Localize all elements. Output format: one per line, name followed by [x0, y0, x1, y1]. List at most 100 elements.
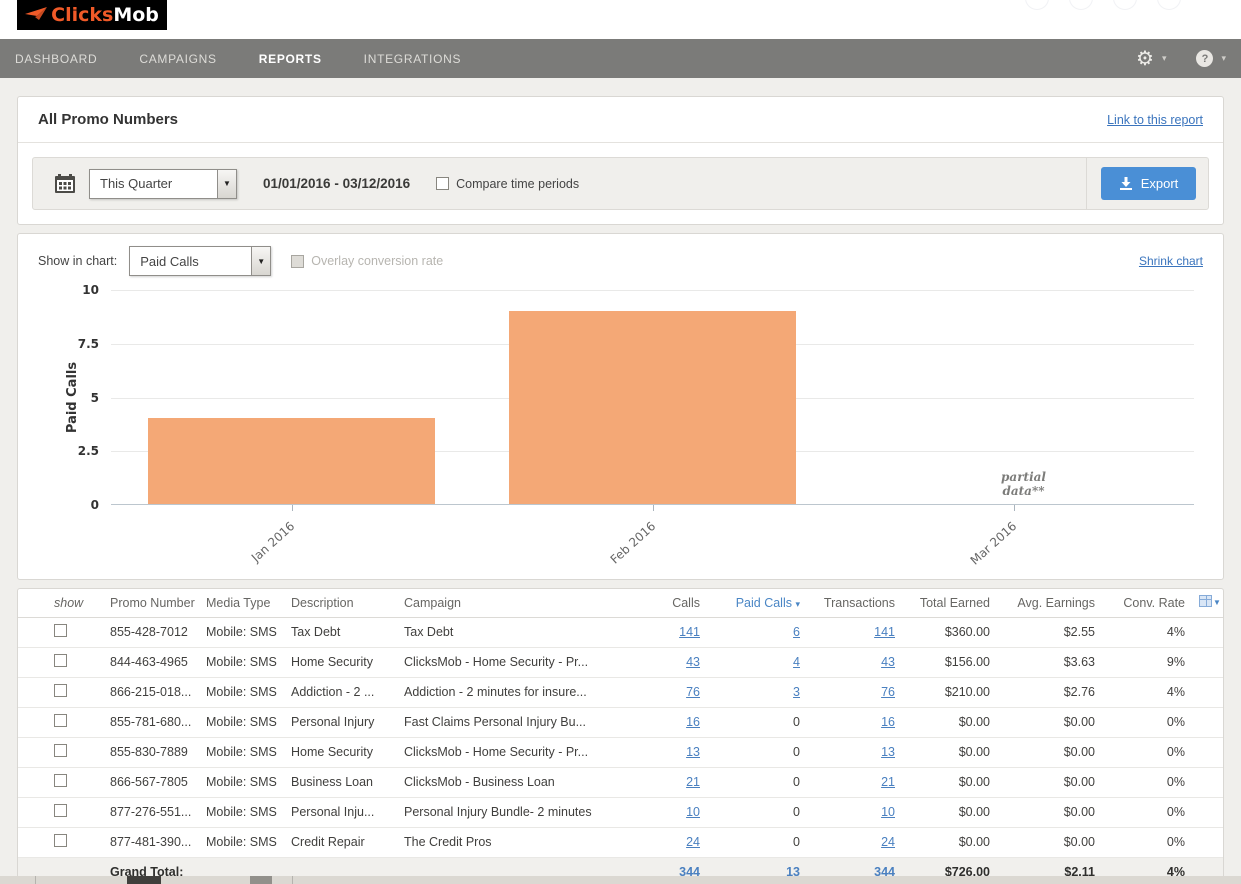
row-media-type: Mobile: SMS: [202, 767, 287, 797]
calendar-icon: [55, 174, 75, 193]
row-description: Home Security: [287, 737, 400, 767]
row-media-type: Mobile: SMS: [202, 647, 287, 677]
row-total-earned: $210.00: [905, 677, 1000, 707]
export-button[interactable]: Export: [1101, 167, 1196, 200]
table-row: 855-428-7012 Mobile: SMS Tax Debt Tax De…: [18, 617, 1224, 647]
chart-x-tick: [1014, 505, 1015, 511]
clicksmob-logo[interactable]: ClicksMob: [17, 0, 167, 30]
row-paid-calls-link[interactable]: 3: [793, 685, 800, 699]
row-calls-link[interactable]: 16: [686, 715, 700, 729]
nav-item-reports[interactable]: REPORTS: [259, 52, 322, 66]
chart-y-tick-label: 7.5: [78, 337, 99, 351]
date-range-select[interactable]: This Quarter ▼: [89, 169, 237, 199]
row-show-checkbox[interactable]: [54, 684, 67, 697]
chart-partial-data-annotation: partialdata**: [964, 471, 1084, 499]
row-paid-calls: 3: [710, 677, 810, 707]
scrollbar-thumb-gray[interactable]: [250, 876, 272, 884]
row-conv-rate: 0%: [1105, 827, 1195, 857]
row-transactions-link[interactable]: 76: [881, 685, 895, 699]
row-paid-calls-link[interactable]: 4: [793, 655, 800, 669]
row-calls-link[interactable]: 43: [686, 655, 700, 669]
row-calls-link[interactable]: 10: [686, 805, 700, 819]
promo-numbers-table: show Promo Number Media Type Description…: [18, 589, 1224, 884]
row-show-checkbox[interactable]: [54, 744, 67, 757]
row-promo-number: 866-567-7805: [106, 767, 202, 797]
row-media-type: Mobile: SMS: [202, 617, 287, 647]
chart-x-label: Feb 2016: [589, 519, 658, 583]
overlay-conversion-label: Overlay conversion rate: [311, 254, 443, 268]
row-transactions-link[interactable]: 10: [881, 805, 895, 819]
row-conv-rate: 0%: [1105, 797, 1195, 827]
compare-periods-label: Compare time periods: [456, 177, 579, 191]
row-transactions-link[interactable]: 21: [881, 775, 895, 789]
row-calls-link[interactable]: 21: [686, 775, 700, 789]
row-show-checkbox[interactable]: [54, 834, 67, 847]
page-body: All Promo Numbers Link to this report Th…: [0, 78, 1241, 884]
table-row: 866-215-018... Mobile: SMS Addiction - 2…: [18, 677, 1224, 707]
row-calls-link[interactable]: 24: [686, 835, 700, 849]
row-campaign: ClicksMob - Home Security - Pr...: [400, 737, 625, 767]
column-chooser-icon[interactable]: ▼: [1199, 595, 1221, 607]
row-paid-calls: 0: [710, 827, 810, 857]
scrollbar-thumb-dark[interactable]: [127, 876, 161, 884]
table-row: 866-567-7805 Mobile: SMS Business Loan C…: [18, 767, 1224, 797]
row-transactions-link[interactable]: 24: [881, 835, 895, 849]
col-header-total-earned[interactable]: Total Earned: [905, 589, 1000, 617]
chart-bar-feb-2016[interactable]: [509, 311, 796, 505]
row-avg-earnings: $0.00: [1000, 707, 1105, 737]
top-bar: ClicksMob: [0, 0, 1241, 39]
row-show-checkbox[interactable]: [54, 624, 67, 637]
col-header-conv-rate[interactable]: Conv. Rate: [1105, 589, 1195, 617]
horizontal-scrollbar[interactable]: [0, 876, 1241, 884]
row-show-checkbox[interactable]: [54, 804, 67, 817]
main-nav: DASHBOARDCAMPAIGNSREPORTSINTEGRATIONS ⚙ …: [0, 39, 1241, 78]
sort-desc-arrow-icon: ▾: [795, 599, 800, 609]
col-header-transactions[interactable]: Transactions: [810, 589, 905, 617]
shrink-chart-link[interactable]: Shrink chart: [1139, 254, 1203, 268]
row-show-checkbox[interactable]: [54, 654, 67, 667]
row-description: Tax Debt: [287, 617, 400, 647]
row-paid-calls: 0: [710, 737, 810, 767]
nav-item-campaigns[interactable]: CAMPAIGNS: [139, 52, 216, 66]
row-show-checkbox[interactable]: [54, 714, 67, 727]
row-show-checkbox[interactable]: [54, 774, 67, 787]
row-transactions-link[interactable]: 141: [874, 625, 895, 639]
chart-metric-select[interactable]: Paid Calls ▼: [129, 246, 271, 276]
link-to-report[interactable]: Link to this report: [1107, 113, 1203, 127]
row-calls-link[interactable]: 76: [686, 685, 700, 699]
help-icon[interactable]: ?: [1196, 50, 1213, 67]
col-header-promo-number[interactable]: Promo Number: [106, 589, 202, 617]
col-header-calls[interactable]: Calls: [625, 589, 710, 617]
row-conv-rate: 0%: [1105, 707, 1195, 737]
table-row: 844-463-4965 Mobile: SMS Home Security C…: [18, 647, 1224, 677]
row-calls-link[interactable]: 141: [679, 625, 700, 639]
page-title: All Promo Numbers: [38, 111, 178, 128]
col-header-avg-earnings[interactable]: Avg. Earnings: [1000, 589, 1105, 617]
row-promo-number: 855-830-7889: [106, 737, 202, 767]
date-range-select-value: This Quarter: [90, 170, 217, 198]
row-total-earned: $0.00: [905, 767, 1000, 797]
row-transactions-link[interactable]: 43: [881, 655, 895, 669]
row-paid-calls-link[interactable]: 6: [793, 625, 800, 639]
row-conv-rate: 4%: [1105, 617, 1195, 647]
row-paid-calls: 4: [710, 647, 810, 677]
col-header-description[interactable]: Description: [287, 589, 400, 617]
col-header-campaign[interactable]: Campaign: [400, 589, 625, 617]
row-conv-rate: 4%: [1105, 677, 1195, 707]
chart-bar-jan-2016[interactable]: [148, 418, 435, 504]
help-caret-icon[interactable]: ▾: [1221, 53, 1226, 64]
col-header-paid-calls-sorted[interactable]: Paid Calls ▾: [710, 589, 810, 617]
row-calls-link[interactable]: 13: [686, 745, 700, 759]
settings-gear-icon[interactable]: ⚙: [1136, 49, 1154, 69]
compare-periods-checkbox[interactable]: [436, 177, 449, 190]
col-header-media-type[interactable]: Media Type: [202, 589, 287, 617]
report-header-card: All Promo Numbers Link to this report Th…: [17, 96, 1224, 225]
settings-caret-icon[interactable]: ▾: [1162, 53, 1167, 64]
nav-item-dashboard[interactable]: DASHBOARD: [15, 52, 97, 66]
row-transactions-link[interactable]: 16: [881, 715, 895, 729]
row-description: Addiction - 2 ...: [287, 677, 400, 707]
row-description: Personal Injury: [287, 707, 400, 737]
row-transactions-link[interactable]: 13: [881, 745, 895, 759]
nav-item-integrations[interactable]: INTEGRATIONS: [364, 52, 462, 66]
row-avg-earnings: $0.00: [1000, 797, 1105, 827]
